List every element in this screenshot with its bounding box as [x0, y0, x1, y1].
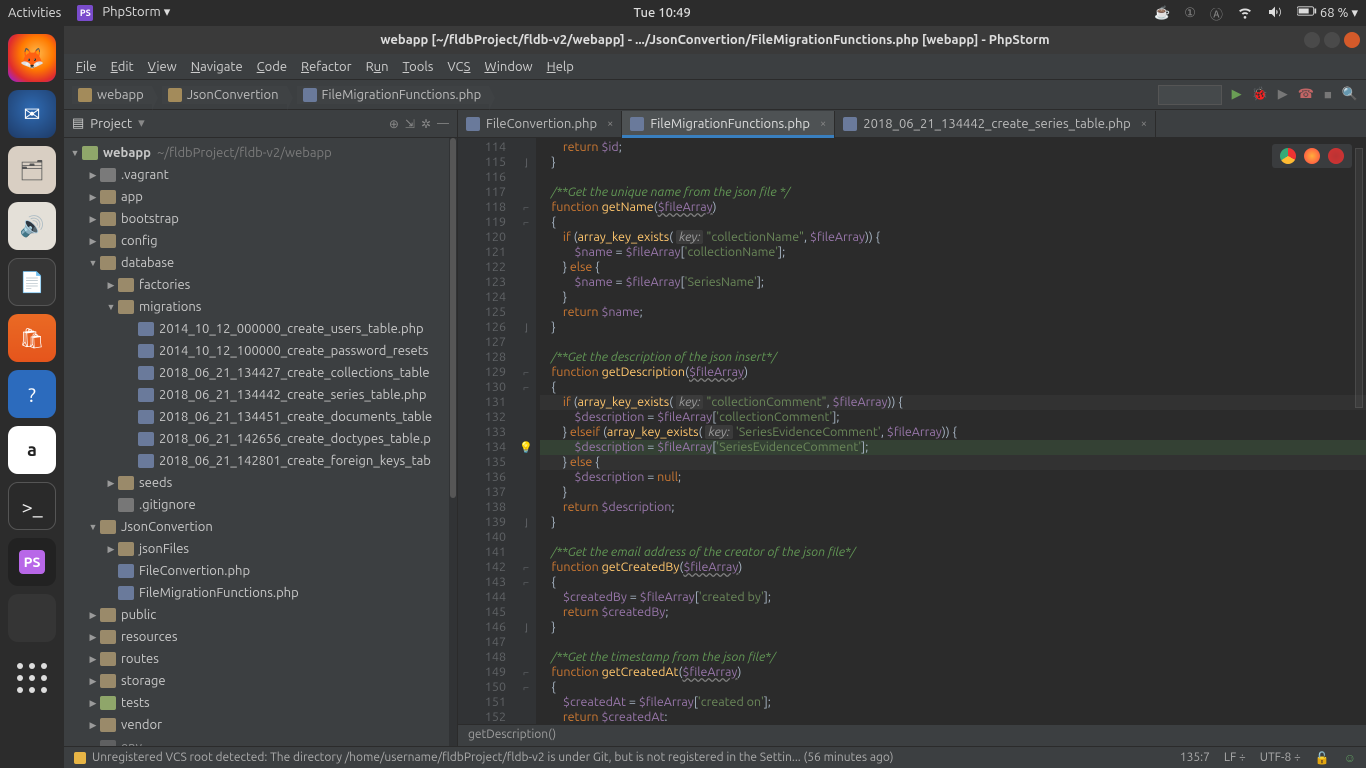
menu-run[interactable]: Run — [366, 60, 389, 74]
minimize-button[interactable] — [1304, 32, 1320, 48]
project-tool-toggle[interactable]: ▤ — [72, 116, 84, 131]
app-menu[interactable]: PS PhpStorm ▾ — [77, 5, 170, 21]
launcher-firefox[interactable]: 🦊 — [8, 34, 56, 82]
settings-icon[interactable]: ✲ — [421, 117, 431, 131]
caffeine-icon[interactable]: ☕ — [1154, 6, 1170, 21]
launcher-amazon[interactable]: a — [8, 426, 56, 474]
close-icon[interactable]: × — [1141, 118, 1147, 130]
tab-migration-series[interactable]: 2018_06_21_134442_create_series_table.ph… — [835, 111, 1156, 137]
browser-icons — [1272, 144, 1352, 168]
project-tool-title: Project — [90, 117, 132, 131]
gnome-panel: Activities PS PhpStorm ▾ Tue 10:49 ☕ ① Ⓐ… — [0, 0, 1366, 26]
clock[interactable]: Tue 10:49 — [170, 6, 1154, 20]
menu-tools[interactable]: Tools — [403, 60, 434, 74]
run-button-icon[interactable]: ▶ — [1232, 87, 1242, 102]
launcher-thunderbird[interactable]: ✉ — [8, 90, 56, 138]
caret-position[interactable]: 135:7 — [1180, 751, 1210, 764]
php-file-icon — [303, 88, 317, 102]
chrome-icon[interactable] — [1280, 148, 1296, 164]
php-file-icon — [466, 117, 480, 131]
launcher-files[interactable]: 🗂 — [8, 146, 56, 194]
close-button[interactable] — [1344, 32, 1360, 48]
php-file-icon — [630, 117, 644, 131]
launcher-rhythmbox[interactable]: 🔊 — [8, 202, 56, 250]
hide-icon[interactable]: — — [437, 117, 449, 130]
launcher-software[interactable]: 🛍 — [8, 314, 56, 362]
lock-icon[interactable]: 🔓 — [1315, 751, 1330, 765]
folder-icon — [168, 88, 182, 102]
menu-edit[interactable]: Edit — [111, 60, 134, 74]
breadcrumb: webapp JsonConvertion FileMigrationFunct… — [72, 86, 1154, 104]
opera-icon[interactable] — [1328, 148, 1344, 164]
line-gutter: 1141151161171181191201211221231241251261… — [458, 138, 516, 724]
status-bar: Unregistered VCS root detected: The dire… — [64, 746, 1366, 768]
launcher: 🦊 ✉ 🗂 🔊 📄 🛍 ? a >_ PS — [0, 26, 64, 768]
launcher-apps-grid[interactable] — [8, 654, 56, 702]
launcher-help[interactable]: ? — [8, 370, 56, 418]
maximize-button[interactable] — [1324, 32, 1340, 48]
line-ending[interactable]: LF ÷ — [1224, 751, 1246, 764]
breadcrumb-folder[interactable]: JsonConvertion — [162, 86, 287, 104]
window-title: webapp [~/fldbProject/fldb-v2/webapp] - … — [64, 33, 1366, 47]
status-message[interactable]: Unregistered VCS root detected: The dire… — [92, 751, 894, 764]
warning-icon[interactable] — [74, 752, 86, 764]
search-icon[interactable]: 🔍 — [1342, 87, 1358, 102]
inspection-icon[interactable]: ☺ — [1344, 751, 1356, 765]
encoding[interactable]: UTF-8 ÷ — [1260, 751, 1301, 764]
menu-view[interactable]: View — [148, 60, 177, 74]
menu-help[interactable]: Help — [547, 60, 574, 74]
close-icon[interactable]: × — [607, 118, 613, 130]
phpstorm-icon: PS — [77, 5, 93, 21]
indicator-a-icon[interactable]: Ⓐ — [1210, 4, 1223, 23]
menu-refactor[interactable]: Refactor — [301, 60, 352, 74]
menu-vcs[interactable]: VCS — [447, 60, 470, 74]
wifi-icon[interactable] — [1237, 4, 1253, 23]
launcher-phpstorm[interactable]: PS — [8, 538, 56, 586]
collapse-icon[interactable]: ⇲ — [405, 117, 415, 131]
menu-navigate[interactable]: Navigate — [191, 60, 243, 74]
listen-button-icon[interactable]: ☎ — [1298, 87, 1314, 102]
window-titlebar: webapp [~/fldbProject/fldb-v2/webapp] - … — [64, 26, 1366, 54]
menu-code[interactable]: Code — [257, 60, 287, 74]
php-file-icon — [843, 117, 857, 131]
sound-icon[interactable] — [1267, 4, 1283, 23]
breadcrumb-file[interactable]: FileMigrationFunctions.php — [297, 86, 490, 104]
coverage-button-icon[interactable]: ▶ — [1278, 87, 1288, 102]
breadcrumb-root[interactable]: webapp — [72, 86, 152, 104]
battery-indicator[interactable]: 68 % ▾ — [1297, 5, 1358, 21]
menu-file[interactable]: File — [76, 60, 97, 74]
menu-bar: File Edit View Navigate Code Refactor Ru… — [64, 54, 1366, 80]
navigation-toolbar: webapp JsonConvertion FileMigrationFunct… — [64, 80, 1366, 110]
launcher-libreoffice[interactable]: 📄 — [8, 258, 56, 306]
firefox-icon[interactable] — [1304, 148, 1320, 164]
run-config-dropdown[interactable] — [1158, 85, 1222, 105]
locate-icon[interactable]: ⊕ — [389, 117, 399, 131]
project-scrollbar[interactable] — [449, 138, 457, 746]
menu-window[interactable]: Window — [484, 60, 532, 74]
close-icon[interactable]: × — [820, 118, 826, 130]
code-area[interactable]: return $id; } /**Get the unique name fro… — [536, 138, 1366, 724]
stop-button-icon[interactable]: ■ — [1324, 87, 1332, 102]
folder-icon — [78, 88, 92, 102]
fold-column[interactable]: ⌋⌐⌐⌋⌐⌐💡⌋⌐⌐⌋⌐⌐ — [516, 138, 536, 724]
project-tree[interactable]: ▼webapp~/fldbProject/fldb-v2/webapp ▶.va… — [64, 138, 457, 746]
editor-tabs: FileConvertion.php× FileMigrationFunctio… — [458, 110, 1366, 138]
editor-scrollbar[interactable] — [1354, 138, 1364, 724]
tab-fileconvertion[interactable]: FileConvertion.php× — [458, 111, 622, 137]
activities-button[interactable]: Activities — [8, 6, 61, 20]
indicator-1-icon[interactable]: ① — [1184, 6, 1196, 21]
structure-breadcrumb[interactable]: getDescription() — [458, 724, 1366, 746]
launcher-unknown[interactable] — [8, 594, 56, 642]
debug-button-icon[interactable]: 🐞 — [1252, 87, 1268, 102]
launcher-terminal[interactable]: >_ — [8, 482, 56, 530]
code-editor[interactable]: 1141151161171181191201211221231241251261… — [458, 138, 1366, 724]
tab-filemigration[interactable]: FileMigrationFunctions.php× — [622, 111, 835, 137]
